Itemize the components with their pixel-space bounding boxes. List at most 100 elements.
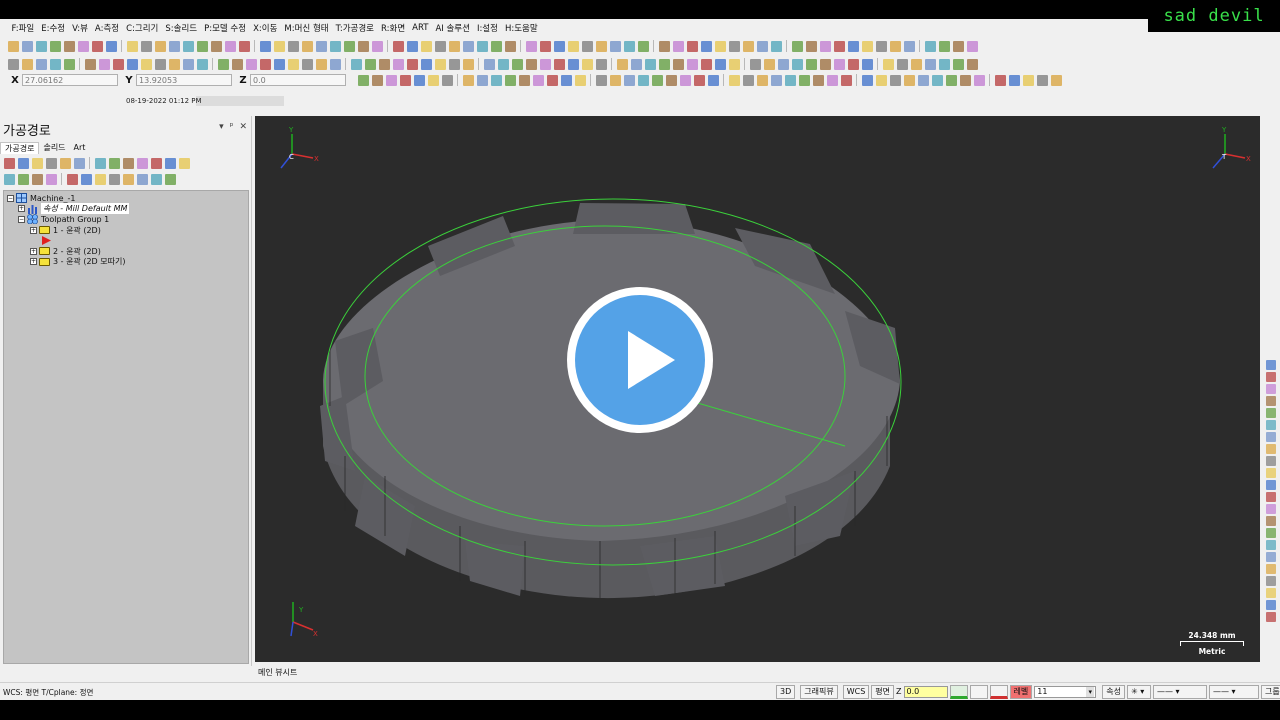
right-tool-icon[interactable] — [1266, 372, 1276, 382]
toolbar-tool-icon[interactable] — [178, 157, 190, 169]
color-icon[interactable] — [949, 684, 968, 699]
toolbar-tool-icon[interactable] — [833, 58, 845, 70]
right-tool-icon[interactable] — [1266, 576, 1276, 586]
toolbar-tool-icon[interactable] — [917, 74, 929, 86]
menu-item-10[interactable]: R:화면 — [378, 22, 409, 34]
right-tool-icon[interactable] — [1266, 444, 1276, 454]
toolbar-tool-icon[interactable] — [924, 58, 936, 70]
toolbar-tool-icon[interactable] — [259, 58, 271, 70]
coord-z-field[interactable] — [250, 74, 346, 86]
toolbar-tool-icon[interactable] — [994, 74, 1006, 86]
toolbar-tool-icon[interactable] — [938, 40, 950, 52]
toolbar-tool-icon[interactable] — [595, 74, 607, 86]
toolbar-tool-icon[interactable] — [623, 40, 635, 52]
tree-op-1[interactable]: + 1 - 윤곽 (2D) — [4, 225, 248, 236]
toolbar-tool-icon[interactable] — [763, 58, 775, 70]
btn-attributes[interactable]: 속성 — [1102, 684, 1125, 699]
status-z-field[interactable]: 0.0 — [903, 685, 948, 698]
video-play-button[interactable] — [567, 287, 713, 433]
toolbar-tool-icon[interactable] — [672, 40, 684, 52]
toolbar-tool-icon[interactable] — [826, 74, 838, 86]
toolbar-tool-icon[interactable] — [3, 157, 15, 169]
toolbar-tool-icon[interactable] — [7, 40, 19, 52]
toolbar-tool-icon[interactable] — [301, 40, 313, 52]
toolbar-tool-icon[interactable] — [287, 58, 299, 70]
toolbar-tool-icon[interactable] — [94, 173, 106, 185]
toolbar-tool-icon[interactable] — [784, 74, 796, 86]
toolbar-tool-icon[interactable] — [105, 40, 117, 52]
line-width-dropdown[interactable]: —— ▾ — [1208, 684, 1259, 699]
toolbar-tool-icon[interactable] — [952, 40, 964, 52]
toolbar-tool-icon[interactable] — [581, 58, 593, 70]
toolbar-tool-icon[interactable] — [420, 58, 432, 70]
panel-menu-icon[interactable]: ▾ — [219, 122, 224, 132]
toolbar-tool-icon[interactable] — [714, 40, 726, 52]
toolbar-tool-icon[interactable] — [273, 58, 285, 70]
expand-icon[interactable]: + — [30, 226, 37, 234]
right-tool-icon[interactable] — [1266, 552, 1276, 562]
toolbar-tool-icon[interactable] — [504, 74, 516, 86]
toolbar-tool-icon[interactable] — [21, 58, 33, 70]
right-tool-icon[interactable] — [1266, 456, 1276, 466]
toolbar-tool-icon[interactable] — [35, 58, 47, 70]
toolbar-tool-icon[interactable] — [371, 40, 383, 52]
toolbar-tool-icon[interactable] — [847, 40, 859, 52]
toolbar-tool-icon[interactable] — [805, 58, 817, 70]
toolbar-tool-icon[interactable] — [798, 74, 810, 86]
toolbar-tool-icon[interactable] — [700, 40, 712, 52]
toolbar-tool-icon[interactable] — [770, 74, 782, 86]
menu-item-5[interactable]: S:솔리드 — [162, 22, 201, 34]
toolbar-tool-icon[interactable] — [231, 58, 243, 70]
toolbar-tool-icon[interactable] — [462, 74, 474, 86]
expand-icon[interactable]: + — [30, 258, 37, 266]
btn-3d[interactable]: 3D — [776, 684, 796, 699]
toolbar-tool-icon[interactable] — [840, 74, 852, 86]
fill-icon[interactable] — [969, 684, 988, 699]
toolbar-tool-icon[interactable] — [45, 173, 57, 185]
toolbar-tool-icon[interactable] — [122, 157, 134, 169]
toolbar-tool-icon[interactable] — [889, 40, 901, 52]
right-tool-icon[interactable] — [1266, 564, 1276, 574]
toolbar-tool-icon[interactable] — [833, 40, 845, 52]
toolbar-tool-icon[interactable] — [637, 74, 649, 86]
toolbar-tool-icon[interactable] — [959, 74, 971, 86]
toolbar-tool-icon[interactable] — [168, 58, 180, 70]
right-tool-icon[interactable] — [1266, 492, 1276, 502]
menu-item-1[interactable]: E:수정 — [38, 22, 69, 34]
right-tool-icon[interactable] — [1266, 396, 1276, 406]
toolbar-tool-icon[interactable] — [136, 157, 148, 169]
toolbar-tool-icon[interactable] — [385, 74, 397, 86]
right-tool-icon[interactable] — [1266, 468, 1276, 478]
toolbar-tool-icon[interactable] — [98, 58, 110, 70]
toolbar-tool-icon[interactable] — [728, 74, 740, 86]
toolbar-tool-icon[interactable] — [819, 40, 831, 52]
toolbar-tool-icon[interactable] — [315, 58, 327, 70]
menu-item-14[interactable]: H:도움말 — [501, 22, 541, 34]
toolbar-tool-icon[interactable] — [108, 157, 120, 169]
toolbar-tool-icon[interactable] — [77, 40, 89, 52]
level-combo[interactable]: 11 — [1034, 685, 1097, 698]
line-style-dropdown[interactable]: —— ▾ — [1152, 684, 1207, 699]
toolbar-tool-icon[interactable] — [665, 74, 677, 86]
toolbar-tool-icon[interactable] — [791, 40, 803, 52]
toolbar-tool-icon[interactable] — [938, 58, 950, 70]
toolbar-tool-icon[interactable] — [728, 40, 740, 52]
toolbar-tool-icon[interactable] — [182, 40, 194, 52]
toolbar-tool-icon[interactable] — [427, 74, 439, 86]
toolbar-tool-icon[interactable] — [343, 40, 355, 52]
graphics-viewport[interactable]: Y X C Y X T Y X 24.348 mm Metric — [255, 116, 1260, 662]
toolbar-tool-icon[interactable] — [392, 58, 404, 70]
toolbar-tool-icon[interactable] — [7, 58, 19, 70]
toolbar-tool-icon[interactable] — [364, 58, 376, 70]
toolbar-tool-icon[interactable] — [609, 74, 621, 86]
toolbar-tool-icon[interactable] — [497, 58, 509, 70]
toolbar-tool-icon[interactable] — [441, 74, 453, 86]
toolbar-tool-icon[interactable] — [126, 58, 138, 70]
toolbar-tool-icon[interactable] — [553, 40, 565, 52]
toolbar-tool-icon[interactable] — [539, 40, 551, 52]
toolbar-tool-icon[interactable] — [35, 40, 47, 52]
tree-machine[interactable]: − Machine_-1 — [4, 193, 248, 204]
toolbar-tool-icon[interactable] — [217, 58, 229, 70]
toolbar-tool-icon[interactable] — [861, 74, 873, 86]
toolbar-tool-icon[interactable] — [150, 173, 162, 185]
